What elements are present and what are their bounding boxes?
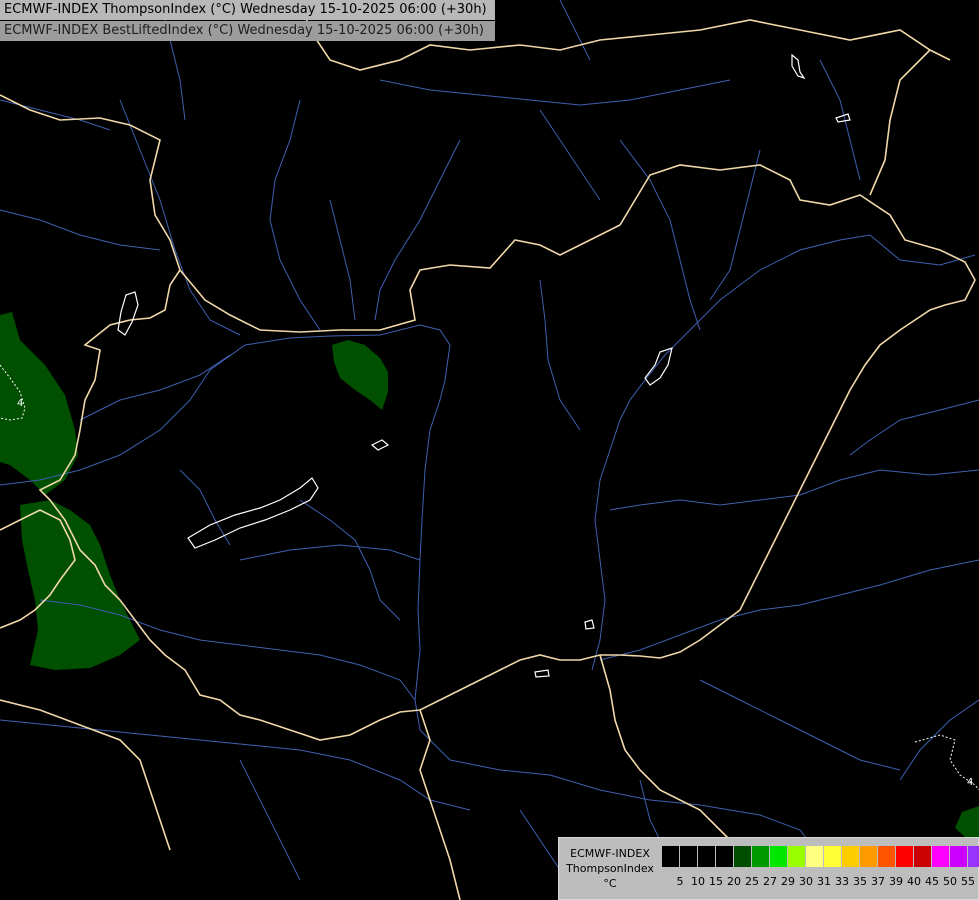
legend-swatch	[824, 846, 842, 867]
legend-swatch	[788, 846, 806, 867]
map-title-thompson: ECMWF-INDEX ThompsonIndex (°C) Wednesday…	[0, 0, 495, 20]
legend-ticks: 51015202527293031333537394045505560	[671, 875, 979, 888]
legend-tick-label: 37	[871, 875, 885, 888]
legend-tick-label: 39	[889, 875, 903, 888]
legend-swatch	[932, 846, 950, 867]
legend-swatch	[752, 846, 770, 867]
legend-line-1: ECMWF-INDEX	[570, 847, 650, 860]
legend-tick-label: 20	[727, 875, 741, 888]
legend-swatch	[842, 846, 860, 867]
legend-tick-label: 55	[961, 875, 975, 888]
legend-tick-label: 29	[781, 875, 795, 888]
legend-tick-label: 40	[907, 875, 921, 888]
legend-swatch	[716, 846, 734, 867]
legend-swatch	[896, 846, 914, 867]
weather-map: 4 4	[0, 0, 979, 900]
map-background	[0, 0, 979, 900]
legend-tick-label: 50	[943, 875, 957, 888]
legend-swatch	[698, 846, 716, 867]
color-legend: ECMWF-INDEX ThompsonIndex °C 5 10 15 20 25 27…	[558, 837, 979, 900]
legend-swatch	[770, 846, 788, 867]
map-title-bestlifted: ECMWF-INDEX BestLiftedIndex (°C) Wednesd…	[0, 21, 495, 41]
legend-swatch	[914, 846, 932, 867]
legend-swatches	[662, 846, 979, 867]
legend-swatch	[950, 846, 968, 867]
legend-tick-label: 15	[709, 875, 723, 888]
contour-label-right: 4	[967, 777, 973, 788]
legend-tick-label: 35	[853, 875, 867, 888]
legend-line-2: ThompsonIndex	[566, 862, 654, 875]
legend-swatch	[734, 846, 752, 867]
legend-tick-label: 30	[799, 875, 813, 888]
legend-swatch	[968, 846, 979, 867]
legend-tick-label: 45	[925, 875, 939, 888]
legend-swatch	[860, 846, 878, 867]
legend-swatch	[878, 846, 896, 867]
legend-swatch	[662, 846, 680, 867]
legend-tick-label: 10	[691, 875, 705, 888]
legend-tick-label: 25	[745, 875, 759, 888]
legend-swatch	[806, 846, 824, 867]
legend-unit: °C	[603, 877, 617, 890]
legend-swatch	[680, 846, 698, 867]
legend-tick-label: 27	[763, 875, 777, 888]
legend-tick-label: 5	[676, 875, 684, 888]
legend-tick-label: 33	[835, 875, 849, 888]
legend-tick-label: 31	[817, 875, 831, 888]
contour-label-left: 4	[17, 398, 23, 409]
